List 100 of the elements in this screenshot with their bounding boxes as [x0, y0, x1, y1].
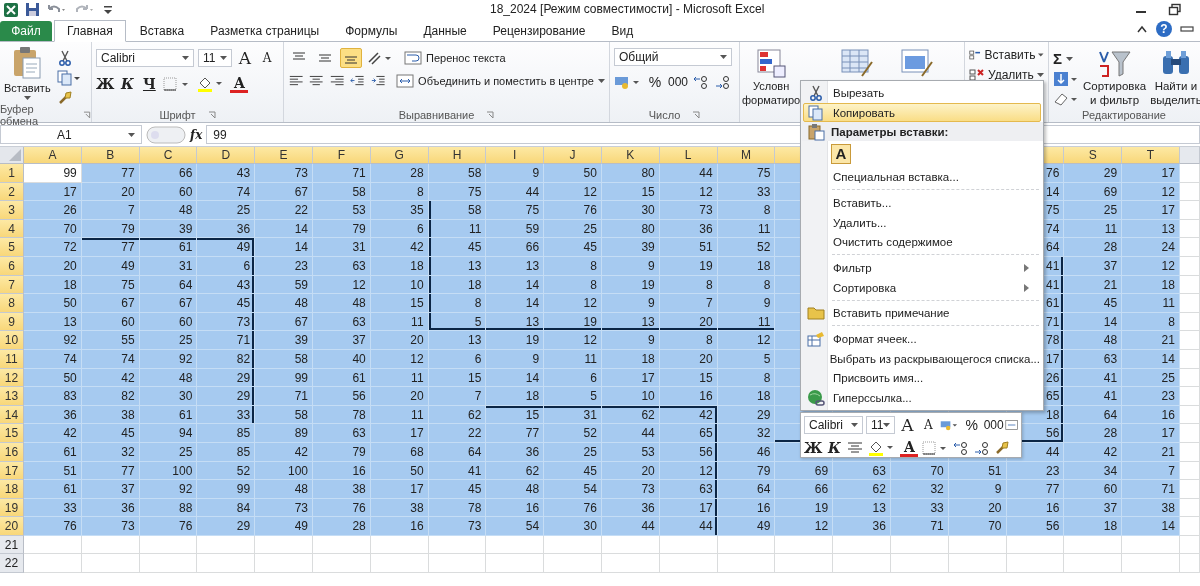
ribbon-tab[interactable]: Вставка — [127, 20, 197, 41]
scissors-icon[interactable] — [56, 50, 73, 66]
align-left-icon[interactable] — [288, 74, 305, 88]
fill-down-icon[interactable] — [1053, 71, 1079, 87]
insert-function-button[interactable]: fx — [190, 127, 203, 142]
row-header[interactable]: 20 — [0, 517, 24, 536]
column-header[interactable]: A — [24, 147, 82, 164]
minimize-icon[interactable] — [1180, 24, 1194, 34]
column-header[interactable]: M — [717, 147, 776, 164]
restore-icon[interactable] — [1168, 2, 1182, 17]
dialog-launcher-icon[interactable] — [486, 110, 495, 119]
eraser-icon[interactable] — [1053, 91, 1079, 107]
conditional-format-icon[interactable] — [756, 48, 787, 78]
caret-icon[interactable] — [1066, 56, 1073, 61]
row-header[interactable]: 15 — [0, 424, 24, 443]
column-header[interactable]: H — [428, 147, 487, 164]
italic-button[interactable]: К — [825, 438, 844, 458]
wrap-text-button[interactable]: Перенос текста — [404, 51, 506, 65]
ribbon-tab[interactable]: Вид — [599, 20, 646, 41]
column-header[interactable]: C — [139, 147, 198, 164]
insert-cells-button[interactable]: Вставить — [969, 48, 1044, 62]
wrap-text-icon[interactable] — [404, 51, 422, 65]
merge-cells-icon[interactable] — [396, 74, 415, 88]
autosum-button[interactable]: Σ — [1053, 50, 1079, 67]
column-header[interactable]: K — [601, 147, 660, 164]
row-header[interactable]: 5 — [0, 238, 24, 257]
currency-icon[interactable] — [614, 74, 642, 90]
row-header[interactable]: 8 — [0, 294, 24, 313]
row-header[interactable]: 18 — [0, 480, 24, 499]
save-icon[interactable] — [25, 2, 40, 17]
dialog-launcher-icon[interactable] — [692, 110, 701, 119]
column-header[interactable]: S — [1064, 147, 1123, 164]
caret-icon[interactable] — [597, 79, 605, 83]
shrink-font-button[interactable]: A — [919, 415, 938, 435]
paste-values-option[interactable]: A — [831, 144, 851, 165]
sort-filter-button[interactable]: Сортировка и фильтр — [1083, 46, 1147, 107]
caret-icon[interactable] — [182, 56, 189, 60]
caret-icon[interactable] — [850, 423, 858, 427]
caret-icon[interactable] — [23, 96, 31, 100]
table-grid-icon[interactable] — [840, 48, 875, 78]
delete-cells-icon[interactable] — [969, 68, 985, 82]
collapse-ribbon-icon[interactable] — [1136, 24, 1148, 34]
ribbon-tab[interactable]: Данные — [411, 20, 479, 41]
number-format-field[interactable]: Общий — [614, 48, 732, 66]
row-header[interactable]: 3 — [0, 201, 24, 220]
italic-button[interactable]: К — [118, 74, 137, 94]
percent-button[interactable]: % — [646, 72, 664, 92]
column-header[interactable]: D — [197, 147, 256, 164]
dialog-launcher-icon[interactable] — [207, 110, 216, 119]
column-header[interactable]: E — [255, 147, 313, 164]
caret-icon[interactable] — [883, 423, 891, 427]
column-header[interactable]: F — [313, 147, 371, 164]
copy-icon[interactable] — [56, 70, 81, 86]
column-header[interactable]: I — [486, 147, 545, 164]
file-tab[interactable]: Файл — [0, 21, 52, 41]
grow-font-button[interactable]: A — [236, 48, 254, 68]
column-header[interactable]: J — [544, 147, 602, 164]
align-right-icon[interactable] — [328, 74, 346, 88]
clipboard-icon[interactable] — [11, 46, 44, 80]
caret-icon[interactable] — [720, 55, 727, 59]
font-name-field[interactable]: Calibri — [804, 416, 863, 434]
merge-center-icon[interactable] — [1004, 418, 1018, 432]
row-header[interactable]: 1 — [0, 164, 24, 183]
align-center-icon[interactable] — [308, 74, 325, 88]
conditional-formatting-button[interactable]: Условн форматиро — [742, 48, 801, 106]
row-header[interactable]: 10 — [0, 331, 24, 350]
row-header[interactable]: 22 — [0, 554, 24, 574]
thousands-button[interactable]: 000 — [983, 415, 1002, 435]
grow-font-button[interactable]: A — [898, 415, 917, 435]
help-button[interactable]: ? — [1156, 21, 1172, 37]
merge-center-button[interactable]: Объединить и поместить в центре — [396, 74, 605, 88]
underline-button[interactable]: Ч — [140, 74, 159, 94]
font-size-field[interactable]: 11 — [198, 49, 232, 67]
formula-bar-handle-icon[interactable] — [146, 125, 186, 144]
caret-icon[interactable] — [1036, 73, 1044, 77]
bold-button[interactable]: Ж — [96, 74, 115, 94]
cell-styles-icon[interactable] — [900, 48, 935, 78]
menu-item[interactable]: Вырезать — [803, 83, 1041, 103]
caret-icon[interactable] — [128, 132, 135, 137]
menu-item[interactable]: Копировать — [803, 102, 1041, 123]
percent-button[interactable]: % — [962, 415, 981, 435]
text-orientation-icon[interactable] — [366, 50, 394, 66]
ribbon-tab[interactable]: Главная — [54, 20, 126, 42]
increase-indent-icon[interactable] — [369, 74, 387, 88]
column-header[interactable]: B — [81, 147, 140, 164]
insert-cells-icon[interactable] — [969, 48, 982, 62]
caret-icon[interactable] — [1038, 53, 1044, 57]
delete-cells-button[interactable]: Удалить — [969, 68, 1044, 82]
decrease-indent-icon[interactable] — [349, 74, 366, 88]
row-header[interactable]: 13 — [0, 387, 24, 406]
format-painter-icon[interactable] — [994, 440, 1011, 456]
caret-icon[interactable] — [220, 56, 227, 60]
font-name-field[interactable]: Calibri — [96, 49, 194, 67]
thousands-button[interactable]: 000 — [668, 72, 689, 92]
font-size-field[interactable]: 11 — [865, 416, 896, 434]
column-header[interactable]: L — [659, 147, 718, 164]
font-color-button[interactable]: A — [230, 75, 249, 93]
ribbon-tab[interactable]: Разметка страницы — [198, 20, 332, 41]
name-box[interactable]: A1 — [0, 125, 142, 144]
font-color-button[interactable]: A — [900, 439, 919, 457]
